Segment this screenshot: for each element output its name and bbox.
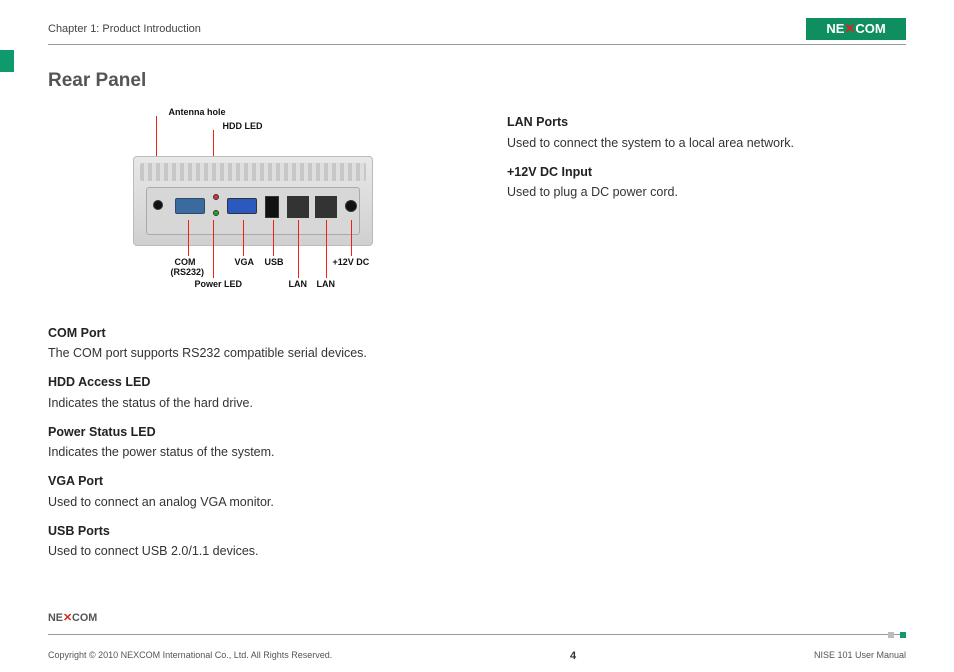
svg-text:NE✕COM: NE✕COM xyxy=(48,612,97,624)
definition-item: COM Port The COM port supports RS232 com… xyxy=(48,324,447,364)
definition-item: USB Ports Used to connect USB 2.0/1.1 de… xyxy=(48,522,447,562)
chapter-label: Chapter 1: Product Introduction xyxy=(48,21,201,38)
lead-line xyxy=(351,220,352,256)
item-body: Indicates the status of the hard drive. xyxy=(48,394,447,413)
lead-line xyxy=(213,220,214,278)
definition-item: HDD Access LED Indicates the status of t… xyxy=(48,373,447,413)
definition-item: LAN Ports Used to connect the system to … xyxy=(507,113,906,153)
antenna-hole-icon xyxy=(153,200,163,210)
definition-item: +12V DC Input Used to plug a DC power co… xyxy=(507,163,906,203)
definition-item: VGA Port Used to connect an analog VGA m… xyxy=(48,472,447,512)
footer-rule xyxy=(48,634,906,648)
label-lan: LAN xyxy=(317,278,336,292)
nexcom-logo: NE✕COM xyxy=(806,18,906,40)
doc-title: NISE 101 User Manual xyxy=(814,649,906,663)
lead-line xyxy=(298,220,299,278)
item-body: The COM port supports RS232 compatible s… xyxy=(48,344,447,363)
item-heading: USB Ports xyxy=(48,522,447,541)
power-led-icon xyxy=(213,210,219,216)
label-power-led: Power LED xyxy=(195,278,243,292)
item-heading: Power Status LED xyxy=(48,423,447,442)
lan-port-icon xyxy=(315,196,337,218)
device-body xyxy=(133,156,373,246)
label-dc: +12V DC xyxy=(333,256,370,270)
lead-line xyxy=(326,220,327,278)
item-heading: LAN Ports xyxy=(507,113,906,132)
item-body: Used to connect an analog VGA monitor. xyxy=(48,493,447,512)
dc-input-icon xyxy=(345,200,357,212)
item-body: Indicates the power status of the system… xyxy=(48,443,447,462)
item-body: Used to plug a DC power cord. xyxy=(507,183,906,202)
label-antenna: Antenna hole xyxy=(169,106,226,120)
item-body: Used to connect USB 2.0/1.1 devices. xyxy=(48,542,447,561)
lan-port-icon xyxy=(287,196,309,218)
page-number: 4 xyxy=(570,648,576,665)
footer: NE✕COM Copyright © 2010 NEXCOM Internati… xyxy=(48,610,906,664)
faceplate xyxy=(146,187,360,235)
svg-text:NE✕COM: NE✕COM xyxy=(826,21,885,36)
item-heading: VGA Port xyxy=(48,472,447,491)
lead-line xyxy=(188,220,189,256)
section-title: Rear Panel xyxy=(48,67,447,96)
item-heading: HDD Access LED xyxy=(48,373,447,392)
right-column: LAN Ports Used to connect the system to … xyxy=(507,67,906,561)
rear-panel-diagram: Antenna hole HDD LED xyxy=(83,106,413,306)
definition-item: Power Status LED Indicates the power sta… xyxy=(48,423,447,463)
com-port-icon xyxy=(175,198,205,214)
item-heading: COM Port xyxy=(48,324,447,343)
item-heading: +12V DC Input xyxy=(507,163,906,182)
usb-port-icon xyxy=(265,196,279,218)
nexcom-logo-footer: NE✕COM xyxy=(48,610,120,626)
hdd-led-icon xyxy=(213,194,219,200)
left-column: Rear Panel Antenna hole HDD LED xyxy=(48,67,447,561)
vga-port-icon xyxy=(227,198,257,214)
label-vga: VGA xyxy=(235,256,255,270)
lead-line xyxy=(243,220,244,256)
item-body: Used to connect the system to a local ar… xyxy=(507,134,906,153)
header-bar: Chapter 1: Product Introduction NE✕COM xyxy=(48,18,906,45)
label-usb: USB xyxy=(265,256,284,270)
edge-tab xyxy=(0,50,14,72)
copyright-text: Copyright © 2010 NEXCOM International Co… xyxy=(48,649,332,663)
label-hdd-led: HDD LED xyxy=(223,120,263,134)
label-lan: LAN xyxy=(289,278,308,292)
lead-line xyxy=(273,220,274,256)
